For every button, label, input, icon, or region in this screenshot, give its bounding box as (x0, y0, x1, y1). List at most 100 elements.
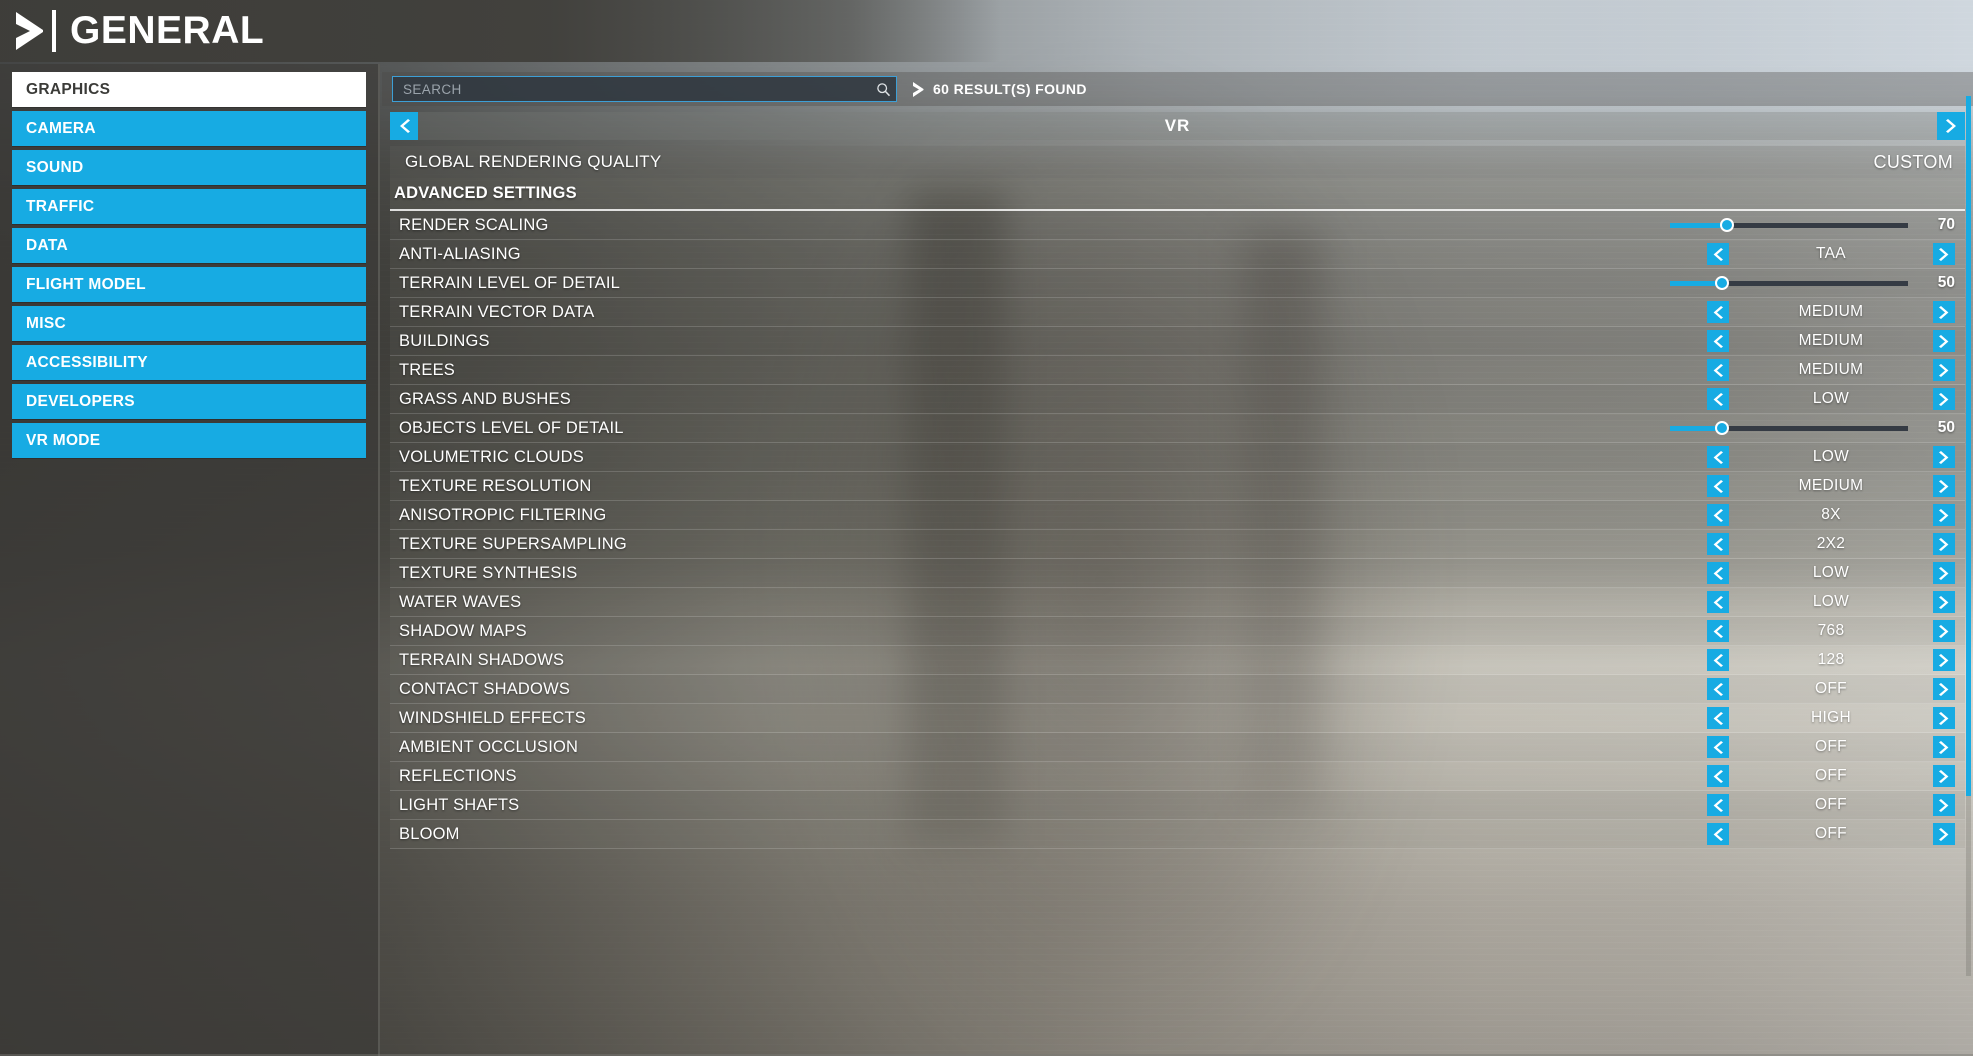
chevron-left-icon[interactable] (1707, 301, 1729, 323)
chevron-left-icon[interactable] (1707, 736, 1729, 758)
chevron-right-icon[interactable] (1933, 446, 1955, 468)
setting-row-terrain-shadows[interactable]: TERRAIN SHADOWS 128 (390, 646, 1965, 675)
slider-render-scaling[interactable]: 70 (1670, 214, 1955, 236)
chevron-left-icon[interactable] (1707, 765, 1729, 787)
setting-control: 50 (1565, 414, 1965, 442)
setting-label: ANISOTROPIC FILTERING (399, 505, 607, 524)
setting-row-render-scaling[interactable]: RENDER SCALING 70 (390, 211, 1965, 240)
chevron-left-icon[interactable] (1707, 475, 1729, 497)
setting-row-light-shafts[interactable]: LIGHT SHAFTS OFF (390, 791, 1965, 820)
chevron-left-icon[interactable] (1707, 359, 1729, 381)
sidebar-item-camera[interactable]: CAMERA (12, 111, 366, 146)
setting-row-terrain-vector-data[interactable]: TERRAIN VECTOR DATA MEDIUM (390, 298, 1965, 327)
chevron-right-icon[interactable] (1933, 388, 1955, 410)
chevron-left-icon[interactable] (1707, 243, 1729, 265)
chevron-right-icon[interactable] (1933, 533, 1955, 555)
setting-control: 8X (1565, 501, 1965, 529)
chevron-left-icon[interactable] (1707, 562, 1729, 584)
chevron-left-icon[interactable] (1707, 823, 1729, 845)
slider-terrain-level-of-detail[interactable]: 50 (1670, 272, 1955, 294)
settings-scrollbar[interactable] (1966, 96, 1971, 976)
setting-label: LIGHT SHAFTS (399, 795, 520, 814)
chevron-right-icon[interactable] (1933, 765, 1955, 787)
search-box[interactable] (392, 76, 897, 102)
setting-row-terrain-level-of-detail[interactable]: TERRAIN LEVEL OF DETAIL 50 (390, 269, 1965, 298)
search-row: 60 RESULT(S) FOUND (382, 72, 1973, 106)
slider-track[interactable] (1670, 421, 1908, 435)
chevron-right-icon[interactable] (1933, 649, 1955, 671)
slider-handle[interactable] (1715, 421, 1730, 435)
chevron-right-icon[interactable] (1933, 736, 1955, 758)
slider-value: 70 (1937, 216, 1955, 233)
sidebar-item-accessibility[interactable]: ACCESSIBILITY (12, 345, 366, 380)
tab-next-button[interactable] (1937, 112, 1965, 140)
chevron-left-icon[interactable] (1707, 388, 1729, 410)
sidebar-item-flight-model[interactable]: FLIGHT MODEL (12, 267, 366, 302)
setting-row-grass-and-bushes[interactable]: GRASS AND BUSHES LOW (390, 385, 1965, 414)
search-input[interactable] (393, 77, 870, 101)
sidebar-item-label: CAMERA (26, 119, 96, 137)
magnifier-icon[interactable] (870, 82, 896, 97)
chevron-right-icon[interactable] (1933, 359, 1955, 381)
sidebar-item-sound[interactable]: SOUND (12, 150, 366, 185)
setting-row-objects-level-of-detail[interactable]: OBJECTS LEVEL OF DETAIL 50 (390, 414, 1965, 443)
chevron-left-icon[interactable] (1707, 533, 1729, 555)
sidebar-item-data[interactable]: DATA (12, 228, 366, 263)
slider-track[interactable] (1670, 276, 1908, 290)
setting-row-volumetric-clouds[interactable]: VOLUMETRIC CLOUDS LOW (390, 443, 1965, 472)
setting-row-ambient-occlusion[interactable]: AMBIENT OCCLUSION OFF (390, 733, 1965, 762)
chevron-left-icon[interactable] (1707, 620, 1729, 642)
chevron-left-icon[interactable] (1707, 330, 1729, 352)
chevron-right-icon[interactable] (1933, 823, 1955, 845)
page-header: GENERAL (0, 0, 1973, 62)
slider-handle[interactable] (1715, 276, 1730, 290)
chevron-left-icon[interactable] (1707, 649, 1729, 671)
setting-control: OFF (1565, 733, 1965, 761)
setting-row-anti-aliasing[interactable]: ANTI-ALIASING TAA (390, 240, 1965, 269)
chevron-right-icon[interactable] (1933, 562, 1955, 584)
chevron-right-icon[interactable] (1933, 330, 1955, 352)
setting-row-texture-resolution[interactable]: TEXTURE RESOLUTION MEDIUM (390, 472, 1965, 501)
chevron-right-icon[interactable] (1933, 591, 1955, 613)
sidebar-item-traffic[interactable]: TRAFFIC (12, 189, 366, 224)
chevron-left-icon[interactable] (1707, 446, 1729, 468)
slider-objects-level-of-detail[interactable]: 50 (1670, 417, 1955, 439)
setting-row-reflections[interactable]: REFLECTIONS OFF (390, 762, 1965, 791)
chevron-left-icon[interactable] (1707, 707, 1729, 729)
sidebar-item-graphics[interactable]: GRAPHICS (12, 72, 366, 107)
sidebar-item-vr-mode[interactable]: VR MODE (12, 423, 366, 458)
setting-control: LOW (1565, 588, 1965, 616)
chevron-right-icon[interactable] (1933, 678, 1955, 700)
setting-row-buildings[interactable]: BUILDINGS MEDIUM (390, 327, 1965, 356)
scrollbar-thumb[interactable] (1966, 96, 1971, 796)
sidebar-item-developers[interactable]: DEVELOPERS (12, 384, 366, 419)
setting-row-windshield-effects[interactable]: WINDSHIELD EFFECTS HIGH (390, 704, 1965, 733)
setting-row-water-waves[interactable]: WATER WAVES LOW (390, 588, 1965, 617)
setting-row-anisotropic-filtering[interactable]: ANISOTROPIC FILTERING 8X (390, 501, 1965, 530)
chevron-right-icon[interactable] (1933, 707, 1955, 729)
chevron-left-icon[interactable] (1707, 504, 1729, 526)
setting-row-contact-shadows[interactable]: CONTACT SHADOWS OFF (390, 675, 1965, 704)
chevron-right-icon[interactable] (1933, 475, 1955, 497)
slider-value: 50 (1937, 274, 1955, 291)
sidebar-item-misc[interactable]: MISC (12, 306, 366, 341)
chevron-left-icon[interactable] (1707, 591, 1729, 613)
setting-row-global-rendering-quality[interactable]: GLOBAL RENDERING QUALITY CUSTOM (390, 146, 1965, 178)
chevron-left-icon[interactable] (1707, 794, 1729, 816)
setting-row-bloom[interactable]: BLOOM OFF (390, 820, 1965, 849)
chevron-right-icon[interactable] (1933, 620, 1955, 642)
setting-row-texture-synthesis[interactable]: TEXTURE SYNTHESIS LOW (390, 559, 1965, 588)
tab-prev-button[interactable] (390, 112, 418, 140)
chevron-right-icon[interactable] (1933, 243, 1955, 265)
chevron-left-icon[interactable] (1707, 678, 1729, 700)
slider-track[interactable] (1670, 218, 1908, 232)
chevron-right-icon[interactable] (1933, 504, 1955, 526)
chevron-right-icon[interactable] (1933, 794, 1955, 816)
slider-handle[interactable] (1720, 218, 1735, 232)
setting-row-trees[interactable]: TREES MEDIUM (390, 356, 1965, 385)
chevron-right-icon[interactable] (1933, 301, 1955, 323)
slider-value: 50 (1937, 419, 1955, 436)
quality-value: CUSTOM (1873, 151, 1953, 172)
setting-row-shadow-maps[interactable]: SHADOW MAPS 768 (390, 617, 1965, 646)
setting-row-texture-supersampling[interactable]: TEXTURE SUPERSAMPLING 2X2 (390, 530, 1965, 559)
